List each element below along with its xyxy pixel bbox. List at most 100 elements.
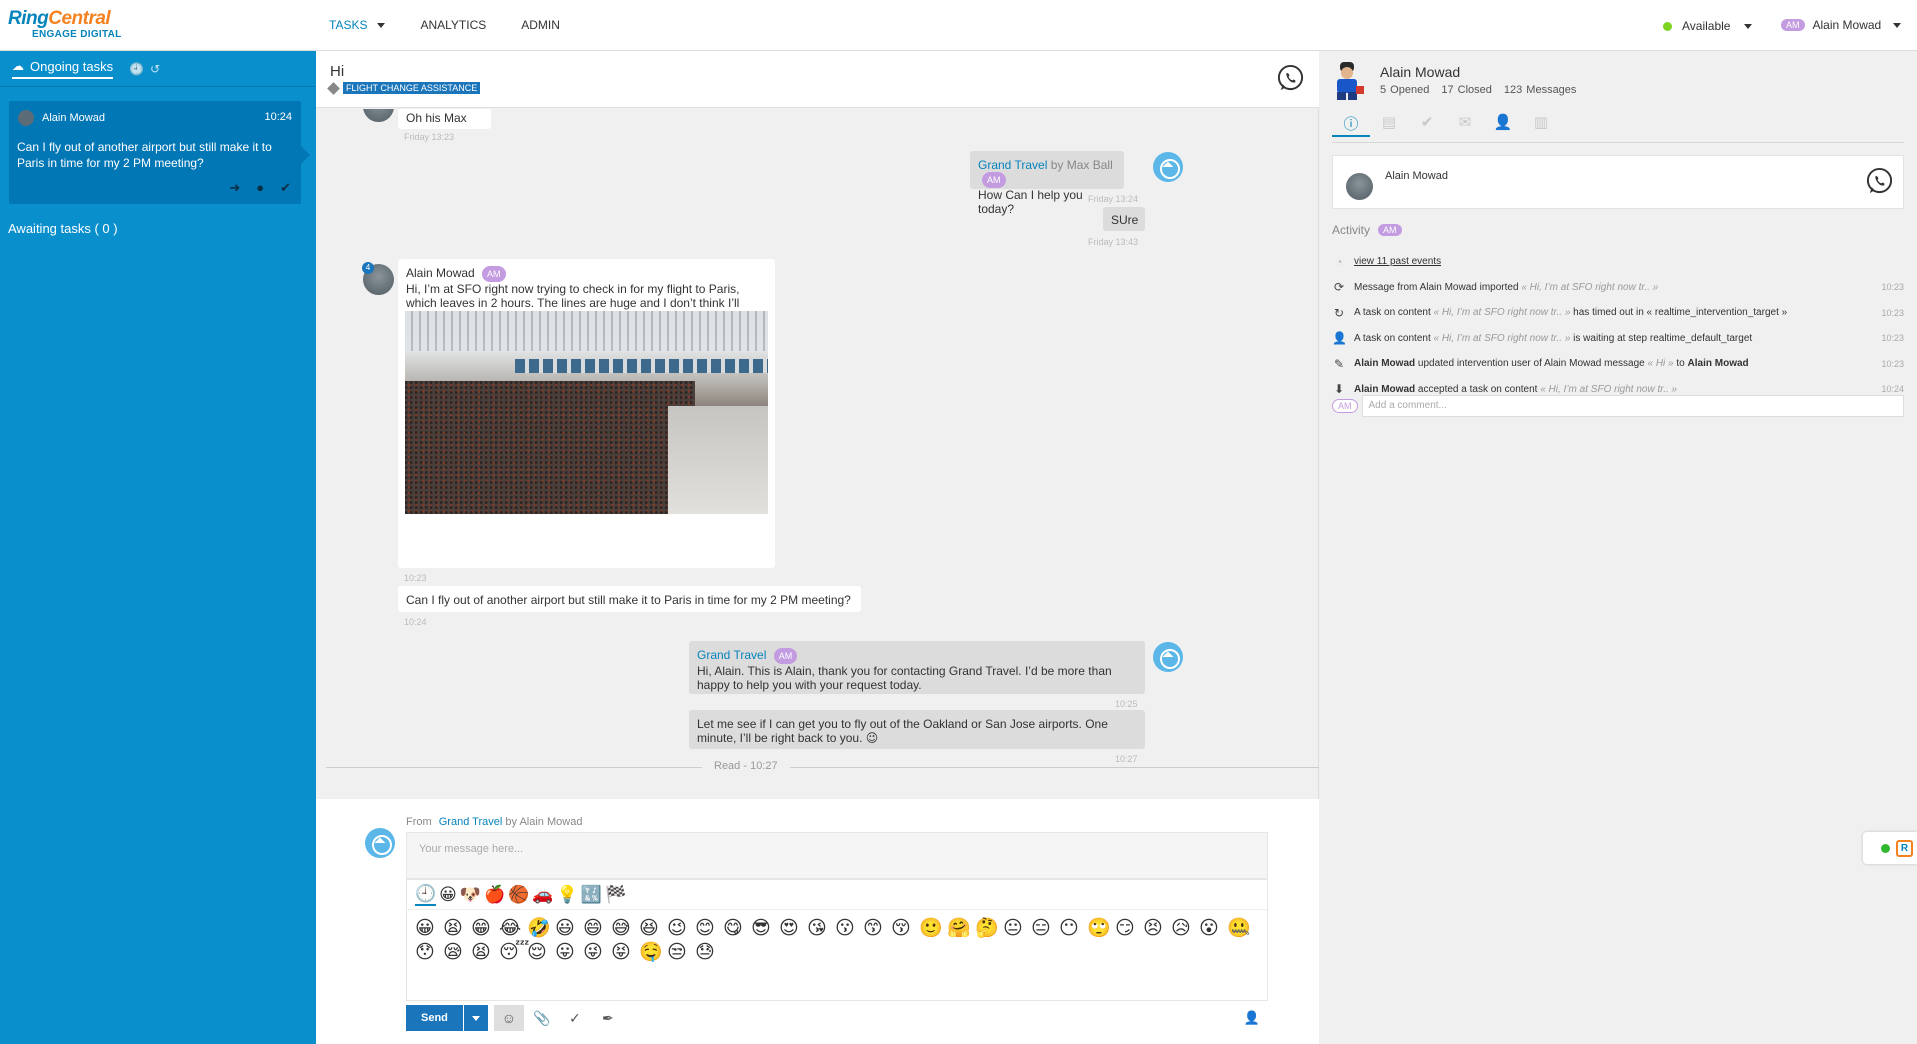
emoji-option[interactable]: 🤗 <box>947 917 975 941</box>
send-button[interactable]: Send <box>406 1005 463 1031</box>
emoji-category-tab[interactable]: 🏁 <box>605 885 626 905</box>
signature-pen-icon[interactable]: ✒ <box>593 1005 623 1031</box>
emoji-option[interactable]: 😥 <box>1171 917 1199 941</box>
emoji-option[interactable]: 😏 <box>1115 917 1143 941</box>
emoji-option[interactable]: 🤣 <box>527 917 555 941</box>
emoji-option[interactable]: 😜 <box>583 941 611 965</box>
emoji-option[interactable]: 😀 <box>415 917 443 941</box>
emoji-option[interactable]: 😓 <box>695 941 723 965</box>
emoji-option[interactable]: 😣 <box>1143 917 1171 941</box>
emoji-category-tab[interactable]: 😀 <box>439 885 457 905</box>
user-icon[interactable]: 👤 <box>1484 113 1522 137</box>
activity-quote[interactable]: « Hi, I’m at SFO right now tr.. » <box>1521 282 1658 293</box>
emoji-option[interactable]: 😃 <box>555 917 583 941</box>
emoji-option[interactable]: 🙄 <box>1087 917 1115 941</box>
emoji-option[interactable]: 😋 <box>723 917 751 941</box>
emoji-option[interactable]: 😉 <box>667 917 695 941</box>
activity-quote[interactable]: « Hi, I’m at SFO right now tr.. » <box>1434 333 1571 344</box>
tab-ongoing-tasks[interactable]: ☁ Ongoing tasks <box>12 59 114 79</box>
emoji-option[interactable]: 😌 <box>527 941 555 965</box>
columns-icon[interactable]: ▥ <box>1522 113 1560 137</box>
activity-user[interactable]: Alain Mowad <box>1354 358 1415 369</box>
emoji-option[interactable]: 😎 <box>751 917 779 941</box>
airport-crowd-image[interactable] <box>405 311 768 514</box>
message-sender[interactable]: Grand Travel <box>978 158 1047 172</box>
ringcentral-app-icon[interactable]: R <box>1896 839 1913 857</box>
emoji-category-tab[interactable]: 🏀 <box>508 885 529 905</box>
id-card-icon[interactable]: ▤ <box>1370 113 1408 137</box>
emoji-option[interactable]: 🤤 <box>639 941 667 965</box>
comment-input[interactable]: Add a comment... <box>1361 395 1904 417</box>
nav-tasks[interactable]: TASKS <box>329 18 386 32</box>
opened-count[interactable]: 5 Opened <box>1380 84 1429 96</box>
emoji-option[interactable]: 😙 <box>863 917 891 941</box>
view-past-events-link[interactable]: view 11 past events <box>1354 256 1441 267</box>
ringcentral-logo[interactable]: RingCentral ENGAGE DIGITAL <box>8 9 122 40</box>
user-menu[interactable]: AM Alain Mowad <box>1781 18 1902 32</box>
attachment-icon[interactable]: 📎 <box>527 1005 557 1031</box>
emoji-option[interactable]: 😝 <box>611 941 639 965</box>
emoji-option[interactable]: 😂 <box>499 917 527 941</box>
emoji-option[interactable]: 😚 <box>891 917 919 941</box>
emoji-option[interactable]: 😛 <box>555 941 583 965</box>
status-selector[interactable]: Available <box>1663 19 1753 33</box>
activity-quote[interactable]: « Hi, I’m at SFO right now tr.. » <box>1434 307 1571 318</box>
emoji-category-tab[interactable]: 💡 <box>557 885 578 905</box>
messages-count[interactable]: 123 Messages <box>1504 84 1577 96</box>
emoji-category-tab[interactable]: 🐶 <box>460 885 481 905</box>
check-icon[interactable]: ✔ <box>280 180 291 196</box>
activity-user[interactable]: Alain Mowad <box>1688 358 1749 369</box>
emoji-option[interactable]: 🤔 <box>975 917 1003 941</box>
info-icon[interactable]: ⓘ <box>1332 113 1370 137</box>
emoji-option[interactable]: 😴 <box>499 941 529 965</box>
user-assign-icon[interactable]: 👤 <box>1244 1010 1260 1026</box>
contact-name[interactable]: Alain Mowad <box>1385 170 1448 182</box>
emoji-option[interactable]: 😮 <box>1199 917 1227 941</box>
emoji-option[interactable]: 😆 <box>639 917 667 941</box>
task-card[interactable]: Alain Mowad 10:24 Can I fly out of anoth… <box>9 101 310 204</box>
from-source[interactable]: Grand Travel <box>439 816 503 828</box>
category-tag[interactable]: FLIGHT CHANGE ASSISTANCE <box>343 82 481 94</box>
nav-analytics[interactable]: ANALYTICS <box>420 18 486 32</box>
emoji-category-tab[interactable]: 🕘 <box>415 884 437 906</box>
emoji-category-tab[interactable]: 🚗 <box>532 885 553 905</box>
emoji-option[interactable]: 😁 <box>471 917 499 941</box>
emoji-option[interactable]: 😫 <box>471 941 499 965</box>
closed-count[interactable]: 17 Closed <box>1441 84 1492 96</box>
emoji-option[interactable]: 😐 <box>1003 917 1031 941</box>
emoji-option[interactable]: 😫 <box>443 917 471 941</box>
emoji-option[interactable]: 😪 <box>443 941 471 965</box>
profile-avatar[interactable] <box>1330 60 1366 100</box>
emoji-option[interactable]: 😘 <box>807 917 835 941</box>
envelope-icon[interactable]: ✉ <box>1446 113 1484 137</box>
postpone-clock-icon[interactable]: ● <box>256 180 264 196</box>
emoji-button[interactable]: ☺ <box>493 1005 524 1031</box>
send-options-button[interactable] <box>463 1005 488 1031</box>
emoji-option[interactable]: 😯 <box>415 941 443 965</box>
history-icon[interactable]: ↺ <box>150 62 160 76</box>
message-input[interactable]: Your message here... <box>406 832 1268 879</box>
message-thread[interactable]: Oh his Max Friday 13:23 Grand Travel by … <box>316 109 1319 849</box>
clock-icon[interactable]: 🕘 <box>129 62 144 76</box>
emoji-option[interactable]: 😒 <box>667 941 695 965</box>
emoji-category-tab[interactable]: 🍎 <box>484 885 505 905</box>
activity-user[interactable]: Alain Mowad <box>1354 384 1415 395</box>
emoji-option[interactable]: 😗 <box>835 917 863 941</box>
message-sender[interactable]: Alain Mowad <box>406 266 475 280</box>
chevron-down-icon[interactable] <box>377 23 386 29</box>
emoji-option[interactable]: 😅 <box>611 917 639 941</box>
emoji-option[interactable]: 🤐 <box>1227 917 1255 941</box>
emoji-option[interactable]: 😑 <box>1031 917 1059 941</box>
emoji-option[interactable]: 😶 <box>1059 917 1087 941</box>
activity-quote[interactable]: « Hi, I’m at SFO right now tr.. » <box>1540 384 1677 395</box>
transfer-icon[interactable]: ➜ <box>229 180 240 196</box>
floating-status-widget[interactable]: R <box>1863 832 1917 864</box>
check-circle-icon[interactable]: ✔ <box>1408 113 1446 137</box>
emoji-option[interactable]: 😄 <box>583 917 611 941</box>
emoji-option[interactable]: 😍 <box>779 917 807 941</box>
awaiting-tasks-label[interactable]: Awaiting tasks ( 0 ) <box>8 221 118 236</box>
spellcheck-icon[interactable]: ✓ <box>560 1005 590 1031</box>
emoji-category-tab[interactable]: 🔣 <box>581 885 602 905</box>
nav-admin[interactable]: ADMIN <box>521 18 560 32</box>
emoji-option[interactable]: 😊 <box>695 917 723 941</box>
